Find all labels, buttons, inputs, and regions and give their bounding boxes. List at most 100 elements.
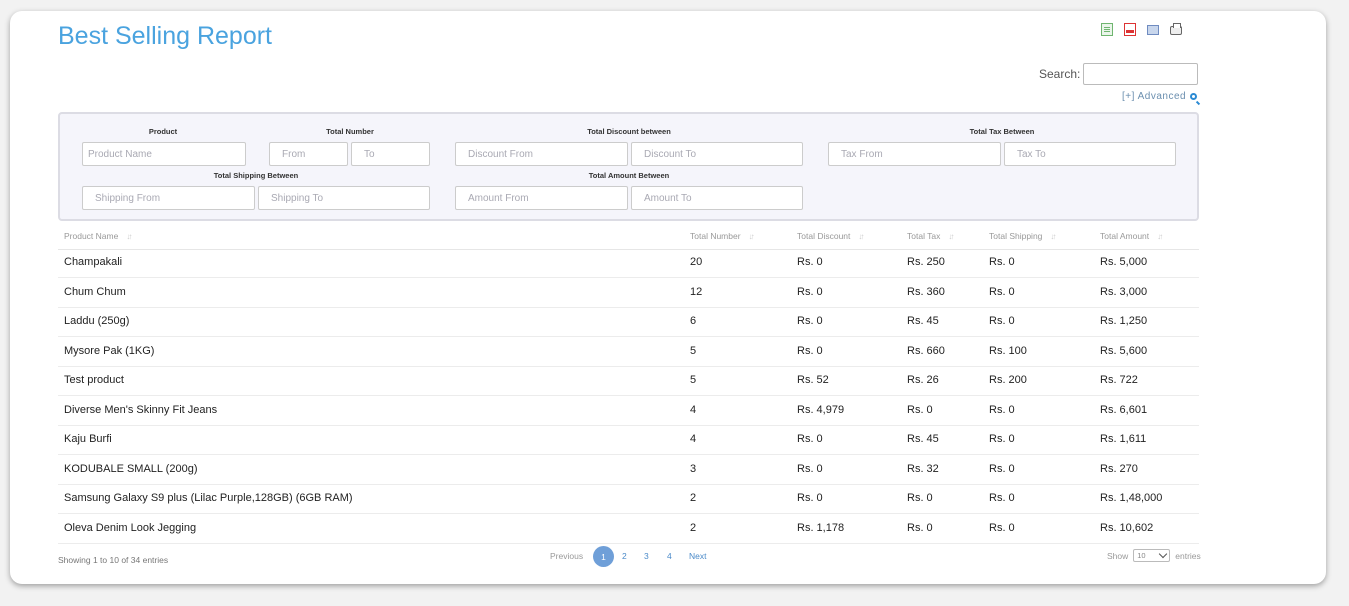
pdf-icon[interactable]: [1124, 23, 1136, 36]
cell-total-tax: Rs. 45: [907, 315, 939, 327]
next-page-button[interactable]: Next: [689, 551, 706, 561]
cell-total-number: 20: [690, 256, 703, 268]
cell-product-name: Chum Chum: [64, 285, 126, 298]
search-input[interactable]: [1083, 63, 1198, 85]
cell-total-discount: Rs. 0: [797, 433, 823, 445]
cell-product-name: Champakali: [64, 256, 123, 268]
cell-product-name: Diverse Men's Skinny Fit Jeans: [64, 403, 218, 416]
cell-total-amount: Rs. 5,600: [1100, 344, 1148, 357]
cell-total-tax: Rs. 0: [907, 403, 933, 416]
table-row: Samsung Galaxy S9 plus (Lilac Purple,128…: [58, 484, 1199, 514]
cell-product-name: Samsung Galaxy S9 plus (Lilac Purple,128…: [64, 492, 353, 504]
table-row: KODUBALE SMALL (200g) 3 Rs. 0 Rs. 32 Rs. 0 Rs…: [58, 455, 1199, 485]
table-row: Mysore Pak (1KG) 5 Rs. 0 Rs. 660 Rs. 100 Rs. …: [58, 337, 1199, 367]
header-total-shipping[interactable]: Total Shipping ↓↑: [989, 231, 1056, 241]
amount-from-input[interactable]: [455, 186, 628, 210]
table-header: Product Name ↓↑ Total Number ↓↑ Total Disc…: [58, 229, 1199, 250]
table-row: Test product 5 Rs. 52 Rs. 26 Rs. 200 Rs. 722: [58, 366, 1199, 396]
cell-product-name: Oleva Denim Look Jegging: [64, 521, 197, 534]
shipping-to-input[interactable]: [258, 186, 430, 210]
shipping-from-input[interactable]: [82, 186, 255, 210]
cell-total-shipping: Rs. 100: [989, 344, 1027, 357]
page-3-button[interactable]: 3: [644, 551, 649, 561]
advanced-search-link[interactable]: [+] Advanced: [1122, 91, 1198, 102]
cell-total-shipping: Rs. 0: [989, 315, 1015, 327]
cell-product-name: Mysore Pak (1KG): [64, 344, 155, 357]
tax-to-input[interactable]: [1004, 142, 1176, 166]
tax-from-input[interactable]: [828, 142, 1001, 166]
cell-total-number: 5: [690, 344, 697, 357]
cell-total-tax: Rs. 360: [907, 285, 945, 298]
table-row: Kaju Burfi 4 Rs. 0 Rs. 45 Rs. 0 Rs. 1,611: [58, 425, 1199, 455]
cell-product-name: Kaju Burfi: [64, 433, 112, 445]
chevron-down-icon: [1159, 549, 1168, 559]
header-total-tax[interactable]: Total Tax ↓↑: [907, 231, 954, 241]
sort-icon: ↓↑: [858, 231, 864, 241]
cell-total-shipping: Rs. 0: [989, 462, 1015, 475]
cell-total-discount: Rs. 0: [797, 285, 823, 298]
cell-total-amount: Rs. 1,250: [1100, 315, 1148, 327]
excel-icon[interactable]: [1147, 25, 1159, 35]
entries-info: Showing 1 to 10 of 34 entries: [58, 555, 169, 565]
header-total-number[interactable]: Total Number ↓↑: [690, 231, 755, 241]
page-4-button[interactable]: 4: [667, 551, 672, 561]
table-row: Oleva Denim Look Jegging 2 Rs. 1,178 Rs. 0 R…: [58, 514, 1199, 544]
cell-total-amount: Rs. 10,602: [1100, 521, 1154, 534]
cell-product-name: Laddu (250g): [64, 315, 130, 327]
table-row: Chum Chum 12 Rs. 0 Rs. 360 Rs. 0 Rs. 3,000: [58, 278, 1199, 308]
cell-total-amount: Rs. 3,000: [1100, 285, 1148, 298]
cell-total-amount: Rs. 1,611: [1100, 433, 1147, 445]
product-name-input[interactable]: [82, 142, 246, 166]
search-label: Search:: [1039, 67, 1081, 81]
total-number-label: Total Number: [326, 127, 374, 136]
page-title: Best Selling Report: [58, 22, 273, 50]
total-shipping-label: Total Shipping Between: [213, 171, 299, 180]
sort-icon: ↓↑: [748, 231, 755, 241]
cell-total-discount: Rs. 52: [797, 374, 829, 386]
header-label: Total Number: [690, 231, 741, 241]
cell-total-shipping: Rs. 0: [989, 492, 1015, 504]
total-number-to-input[interactable]: [351, 142, 430, 166]
cell-total-tax: Rs. 32: [907, 462, 939, 475]
total-number-from-input[interactable]: [269, 142, 348, 166]
discount-from-input[interactable]: [455, 142, 628, 166]
page-1-button[interactable]: 1: [593, 546, 614, 567]
header-label: Total Tax: [907, 231, 941, 241]
cell-total-number: 5: [690, 374, 697, 386]
header-label: Total Shipping: [989, 231, 1043, 241]
page-2-button[interactable]: 2: [622, 551, 627, 561]
header-total-amount[interactable]: Total Amount ↓↑: [1100, 231, 1163, 241]
cell-total-amount: Rs. 1,48,000: [1100, 492, 1163, 504]
header-total-discount[interactable]: Total Discount ↓↑: [797, 231, 864, 241]
cell-total-shipping: Rs. 0: [989, 256, 1015, 268]
discount-to-input[interactable]: [631, 142, 803, 166]
cell-total-shipping: Rs. 0: [989, 285, 1015, 298]
cell-total-tax: Rs. 45: [907, 433, 939, 445]
cell-total-discount: Rs. 0: [797, 256, 823, 268]
cell-total-number: 6: [690, 315, 697, 327]
filter-panel: Product Total Number Total Discount betw…: [58, 112, 1199, 221]
cell-total-discount: Rs. 1,178: [797, 521, 845, 534]
cell-total-tax: Rs. 660: [907, 344, 945, 357]
product-filter-label: Product: [148, 127, 178, 136]
cell-product-name: Test product: [64, 374, 124, 386]
csv-icon[interactable]: [1101, 23, 1113, 36]
cell-total-amount: Rs. 270: [1100, 462, 1138, 475]
print-icon[interactable]: [1170, 23, 1182, 35]
advanced-label: [+] Advanced: [1122, 91, 1187, 102]
cell-product-name: KODUBALE SMALL (200g): [64, 462, 198, 475]
table-row: Champakali 20 Rs. 0 Rs. 250 Rs. 0 Rs. 5,000: [58, 248, 1199, 278]
total-discount-label: Total Discount between: [587, 127, 671, 136]
header-product-name[interactable]: Product Name ↓↑: [64, 231, 132, 241]
amount-to-input[interactable]: [631, 186, 803, 210]
sort-icon: ↓↑: [1157, 231, 1163, 241]
cell-total-number: 2: [690, 521, 697, 534]
previous-page-button[interactable]: Previous: [550, 551, 583, 561]
cell-total-number: 2: [690, 492, 697, 504]
table-row: Laddu (250g) 6 Rs. 0 Rs. 45 Rs. 0 Rs. 1,250: [58, 307, 1199, 337]
cell-total-discount: Rs. 0: [797, 315, 823, 327]
page-size-select[interactable]: 10: [1133, 549, 1171, 562]
cell-total-discount: Rs. 0: [797, 492, 823, 504]
cell-total-tax: Rs. 0: [907, 521, 933, 534]
cell-total-amount: Rs. 722: [1100, 374, 1138, 386]
